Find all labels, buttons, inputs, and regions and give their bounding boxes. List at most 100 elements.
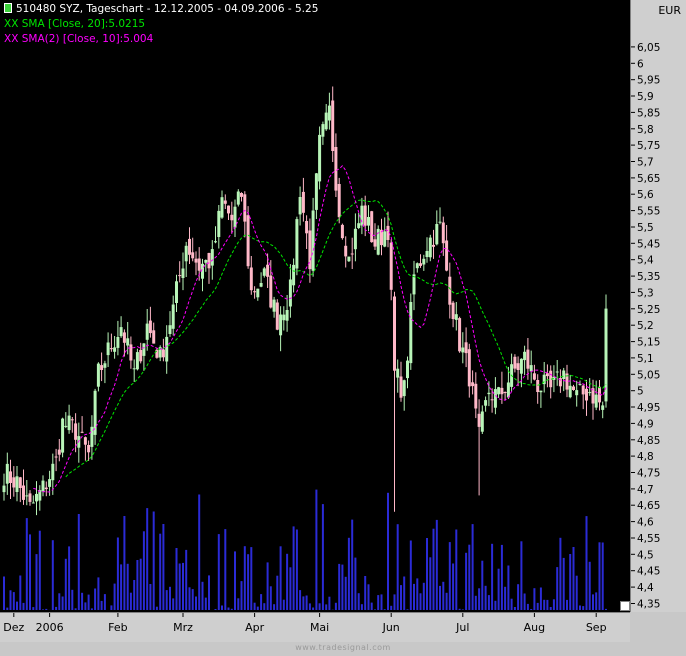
volume-bar bbox=[435, 519, 438, 610]
volume-bar bbox=[523, 593, 526, 610]
volume-bar bbox=[149, 584, 152, 610]
volume-bar bbox=[367, 584, 370, 610]
volume-bar bbox=[68, 546, 71, 610]
volume-bar bbox=[113, 583, 116, 610]
volume-bar bbox=[321, 504, 324, 610]
volume-bar bbox=[204, 597, 207, 610]
candlestick bbox=[542, 362, 546, 393]
volume-bar bbox=[390, 605, 393, 610]
volume-bar bbox=[74, 608, 77, 610]
candlestick bbox=[598, 380, 601, 411]
volume-bar bbox=[250, 547, 253, 610]
x-axis: Dez 2006 Feb Mrz Apr Mai Jun Jul Aug Sep bbox=[3, 613, 607, 634]
y-tick-label: 4,4 bbox=[637, 582, 654, 594]
volume-bar bbox=[22, 602, 25, 610]
candlestick bbox=[28, 490, 32, 506]
candlestick bbox=[223, 194, 227, 209]
candlestick bbox=[272, 296, 276, 318]
candlestick bbox=[15, 466, 19, 502]
candlestick bbox=[588, 378, 592, 396]
chart-title: 510480 SYZ, Tageschart - 12.12.2005 - 04… bbox=[16, 3, 319, 15]
volume-bar bbox=[3, 576, 5, 610]
volume-bar bbox=[247, 554, 250, 610]
candlestick bbox=[275, 299, 279, 331]
candlestick bbox=[428, 234, 432, 262]
volume-bar bbox=[256, 606, 259, 610]
volume-bar bbox=[55, 606, 58, 610]
candlestick bbox=[497, 386, 501, 398]
volume-bar bbox=[422, 582, 425, 610]
volume-bar bbox=[279, 546, 282, 610]
x-tick-label: Mrz bbox=[173, 621, 193, 634]
y-tick-label: 4,7 bbox=[637, 484, 654, 496]
volume-bar bbox=[357, 593, 360, 610]
volume-bar bbox=[419, 593, 422, 610]
volume-bar bbox=[442, 581, 445, 610]
y-axis: 6,0565,955,95,855,85,755,75,655,65,555,5… bbox=[631, 42, 660, 611]
candlestick bbox=[236, 189, 240, 207]
volume-bar bbox=[445, 592, 448, 610]
y-tick-label: 5,65 bbox=[637, 173, 660, 185]
price-chart[interactable] bbox=[0, 0, 630, 612]
volume-bar bbox=[110, 605, 113, 610]
volume-bar bbox=[38, 530, 41, 610]
candlestick bbox=[214, 226, 217, 244]
candlestick bbox=[230, 201, 234, 234]
price-plot-area[interactable]: 510480 SYZ, Tageschart - 12.12.2005 - 04… bbox=[0, 0, 630, 612]
candlestick bbox=[132, 359, 136, 382]
candlestick bbox=[344, 236, 348, 268]
volume-bar bbox=[185, 549, 188, 610]
candlestick bbox=[581, 384, 585, 410]
volume-bar bbox=[377, 595, 380, 610]
volume-bar bbox=[201, 581, 204, 610]
volume-bar bbox=[81, 592, 84, 610]
candlestick bbox=[477, 399, 481, 496]
volume-bar bbox=[178, 563, 181, 610]
candlestick bbox=[350, 237, 354, 269]
candlestick bbox=[412, 260, 416, 311]
candlestick bbox=[178, 261, 182, 283]
volume-bar bbox=[103, 594, 106, 610]
candlestick bbox=[54, 448, 58, 472]
candlestick bbox=[484, 396, 488, 412]
resize-corner-icon[interactable] bbox=[620, 601, 630, 611]
x-axis-panel[interactable]: Dez 2006 Feb Mrz Apr Mai Jun Jul Aug Sep bbox=[0, 612, 630, 643]
candlestick bbox=[175, 274, 178, 312]
volume-bar bbox=[97, 577, 100, 610]
volume-bar bbox=[360, 604, 363, 610]
volume-bar bbox=[559, 537, 562, 610]
candlestick bbox=[253, 286, 257, 299]
volume-bar bbox=[224, 529, 227, 610]
volume-bar bbox=[601, 542, 604, 610]
candlestick bbox=[61, 417, 65, 458]
candlestick bbox=[585, 379, 588, 416]
candlestick bbox=[558, 369, 562, 393]
x-tick-label: Mai bbox=[310, 621, 329, 634]
y-tick-label: 5,7 bbox=[637, 157, 654, 169]
y-tick-label: 5,3 bbox=[637, 287, 654, 299]
volume-bar bbox=[504, 586, 507, 610]
candlestick bbox=[18, 476, 22, 503]
volume-bar bbox=[45, 608, 48, 610]
volume-bar bbox=[286, 553, 289, 610]
y-axis-panel[interactable]: EUR 6,05 6 5,95 5,9 5,85 5,8 5,75 5,7 5,65 5,6 5,5… bbox=[630, 0, 686, 612]
legend-sma20[interactable]: XX SMA [Close, 20]:5.0215 bbox=[4, 17, 318, 32]
volume-bar bbox=[351, 519, 354, 610]
candlestick bbox=[38, 485, 42, 511]
y-tick-label: 5 bbox=[637, 386, 644, 398]
candlestick bbox=[393, 291, 396, 512]
legend-sma10[interactable]: XX SMA(2) [Close, 10]:5.004 bbox=[4, 32, 318, 47]
candlestick bbox=[386, 211, 390, 248]
candlestick bbox=[161, 338, 165, 362]
y-tick-label: 4,65 bbox=[637, 500, 660, 512]
volume-bar bbox=[491, 543, 494, 610]
volume-bar bbox=[455, 529, 458, 610]
volume-bar bbox=[305, 595, 308, 610]
candlestick bbox=[396, 359, 400, 393]
volume-bar bbox=[126, 563, 129, 610]
candlestick bbox=[135, 348, 139, 371]
volume-bar bbox=[579, 605, 581, 610]
x-tick-label: Aug bbox=[524, 621, 545, 634]
candlestick bbox=[458, 316, 462, 353]
candlestick bbox=[171, 295, 175, 336]
